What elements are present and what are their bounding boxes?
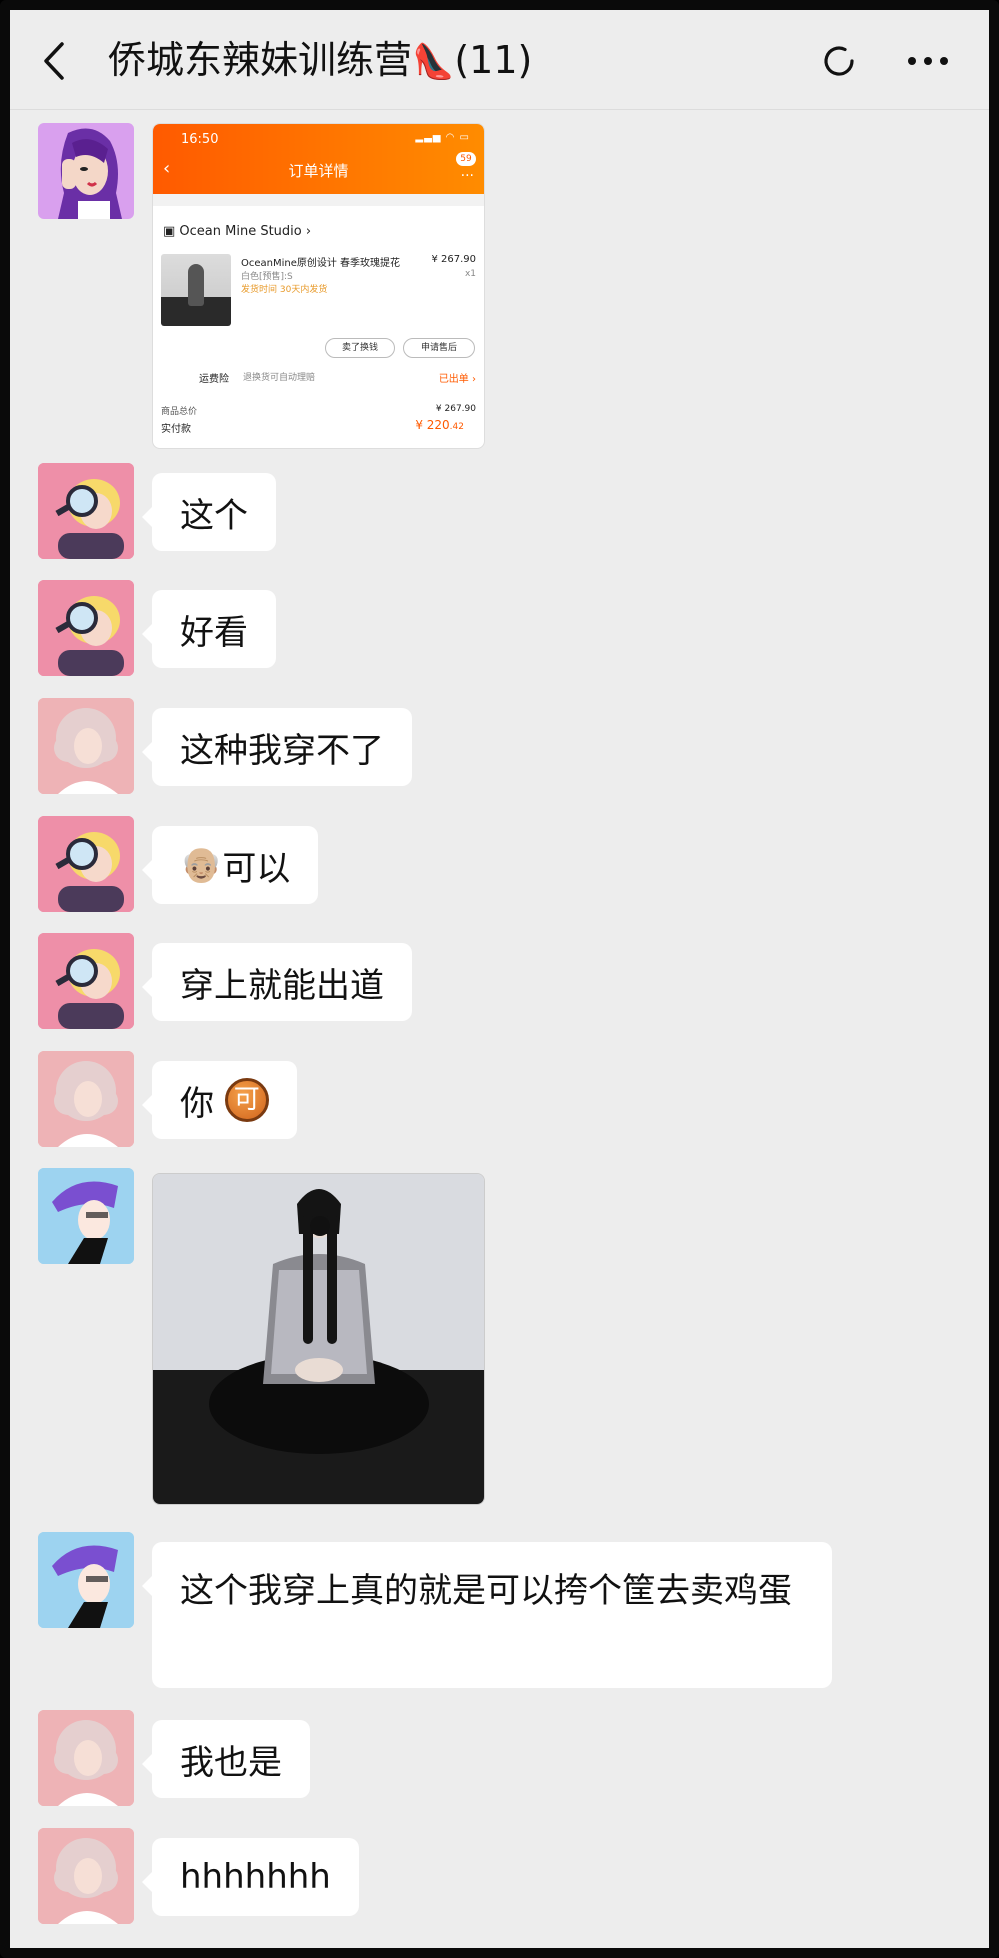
paid-label: 实付款 [161,424,191,435]
avatar-magnifier-girl[interactable] [38,580,134,676]
message-bubble[interactable]: 好看 [142,590,276,668]
sell-button: 卖了换钱 [325,338,395,358]
fee-desc: 退换货可自动理赔 [243,373,316,383]
after-sale-button: 申请售后 [403,338,475,358]
message-bubble[interactable]: 这个 [142,473,276,551]
avatar-magnifier-girl[interactable] [38,816,134,912]
shop-name: ▣ Ocean Mine Studio › [163,224,312,239]
status-time: 16:50 [181,132,219,147]
avatar-curly-hair-girl[interactable] [38,1710,134,1806]
refresh-button[interactable] [816,38,862,84]
message-bubble[interactable]: 这个我穿上真的就是可以挎个筐去卖鸡蛋 [142,1542,832,1688]
total-value: ¥ 267.90 [435,404,476,414]
paid-value: ¥ 220.42 [415,418,464,432]
order-screenshot-image[interactable]: 16:50 ▂▃▅ ◠ ▭ ‹ 订单详情 59 ··· ▣ Ocean Mine… [152,123,485,449]
order-page-title: 订单详情 [288,162,349,180]
avatar-curly-hair-girl[interactable] [38,1051,134,1147]
chevron-left-icon [44,42,64,80]
product-name: OceanMine原创设计 春季玫瑰提花 [241,258,401,269]
message-bubble[interactable]: 这种我穿不了 [142,708,412,786]
avatar-purple-hat[interactable] [38,1532,134,1628]
order-header: 16:50 ▂▃▅ ◠ ▭ ‹ 订单详情 59 ··· [153,124,484,194]
message-bubble[interactable]: 穿上就能出道 [142,943,412,1021]
more-options-button[interactable] [898,38,958,84]
more-dots-icon: ··· [460,168,474,184]
product-sku: 白色[预售]:S [241,272,293,282]
fee-label: 运费险 [199,374,229,385]
avatar-curly-hair-girl[interactable] [38,698,134,794]
more-dots-icon [908,57,948,65]
group-name: 侨城东辣妹训练营 [108,38,413,82]
avatar-magnifier-girl[interactable] [38,933,134,1029]
fee-status: 已出单 › [438,374,476,385]
message-bubble[interactable]: 我也是 [142,1720,310,1798]
avatar-purple-hat[interactable] [38,1168,134,1264]
product-thumbnail [161,254,231,326]
chat-title: 侨城东辣妹训练营👠(11) [108,32,532,90]
chat-window: 侨城东辣妹训练营👠(11) 16:50 ▂▃▅ ◠ ▭ ‹ 订单详情 59 ··… [0,0,999,1958]
ship-note: 发货时间 30天内发货 [241,285,328,295]
refresh-icon [824,46,854,76]
product-price: ¥ 267.90 [431,254,476,265]
message-bubble[interactable]: 👴🏼 可以 [141,826,319,904]
old-man-emoji: 👴🏼 [180,845,223,885]
heel-emoji: 👠 [412,42,455,82]
total-label: 商品总价 [161,407,198,417]
avatar-curly-hair-girl[interactable] [38,1828,134,1924]
product-qty: x1 [464,269,476,279]
member-count: (11) [454,38,533,82]
back-button[interactable] [36,36,76,86]
message-bubble[interactable]: 你 可 [142,1061,297,1139]
chat-header: 侨城东辣妹训练营👠(11) [10,10,989,110]
ke-badge-emoji: 可 [224,1078,269,1122]
avatar-magnifier-girl[interactable] [38,463,134,559]
message-badge: 59 [456,152,476,166]
avatar-purple-hair[interactable] [38,123,134,219]
status-icons: ▂▃▅ ◠ ▭ [415,132,470,143]
message-bubble[interactable]: hhhhhhh [142,1838,359,1916]
outfit-photo-image[interactable] [152,1173,485,1505]
